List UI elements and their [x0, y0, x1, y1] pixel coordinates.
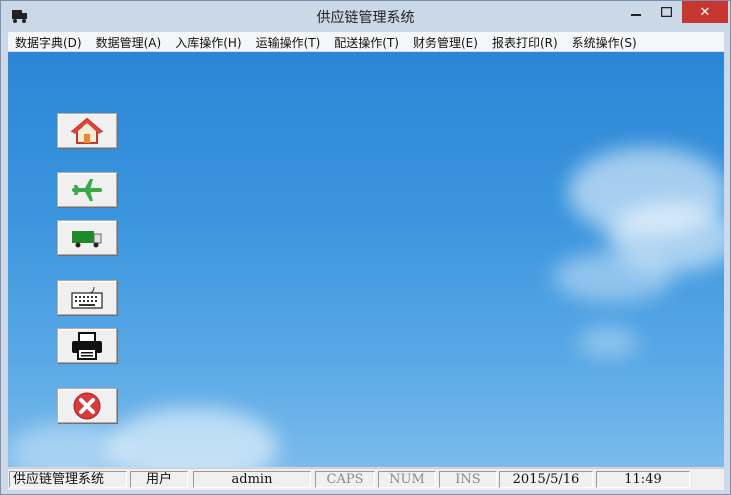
- cloud: [108, 407, 278, 467]
- menu-data-management[interactable]: 数据管理(A): [89, 32, 169, 51]
- cloud: [578, 327, 638, 357]
- flight-button[interactable]: [57, 172, 117, 207]
- close-button[interactable]: ✕: [682, 1, 728, 23]
- status-date: 2015/5/16: [499, 471, 593, 488]
- maximize-button[interactable]: [651, 1, 681, 23]
- menu-bar: 数据字典(D) 数据管理(A) 入库操作(H) 运输操作(T) 配送操作(T) …: [8, 32, 724, 52]
- exit-button[interactable]: [57, 388, 117, 423]
- status-user-label: 用户: [130, 471, 188, 488]
- truck-icon: [72, 230, 102, 247]
- close-circle-icon: [73, 392, 101, 419]
- title-bar[interactable]: 供应链管理系统 ✕: [1, 1, 730, 31]
- status-time: 11:49: [596, 471, 690, 488]
- minimize-icon: [631, 14, 641, 16]
- keyboard-button[interactable]: [57, 280, 117, 315]
- status-bar: 供应链管理系统 用户 admin CAPS NUM INS 2015/5/16 …: [8, 468, 724, 490]
- status-app-name: 供应链管理系统: [9, 471, 127, 488]
- menu-system[interactable]: 系统操作(S): [565, 32, 644, 51]
- status-caps: CAPS: [315, 471, 375, 488]
- maximize-icon: [660, 7, 672, 17]
- menu-transport[interactable]: 运输操作(T): [249, 32, 328, 51]
- status-num: NUM: [378, 471, 436, 488]
- desktop-background: [8, 52, 724, 467]
- menu-inbound[interactable]: 入库操作(H): [168, 32, 248, 51]
- cloud: [553, 252, 673, 302]
- cloud: [8, 422, 128, 467]
- house-icon: [70, 117, 104, 144]
- keyboard-icon: [71, 286, 103, 309]
- print-button[interactable]: [57, 328, 117, 363]
- status-ins: INS: [439, 471, 497, 488]
- status-user: admin: [193, 471, 311, 488]
- truck-button[interactable]: [57, 220, 117, 255]
- minimize-button[interactable]: [621, 1, 651, 23]
- menu-data-dictionary[interactable]: 数据字典(D): [8, 32, 89, 51]
- airplane-icon: [72, 178, 102, 201]
- printer-icon: [72, 331, 102, 360]
- app-window: 供应链管理系统 ✕ 数据字典(D) 数据管理(A) 入库操作(H) 运输操作(T…: [0, 0, 731, 495]
- menu-report-print[interactable]: 报表打印(R): [485, 32, 565, 51]
- menu-delivery[interactable]: 配送操作(T): [327, 32, 406, 51]
- home-button[interactable]: [57, 113, 117, 148]
- menu-finance[interactable]: 财务管理(E): [406, 32, 485, 51]
